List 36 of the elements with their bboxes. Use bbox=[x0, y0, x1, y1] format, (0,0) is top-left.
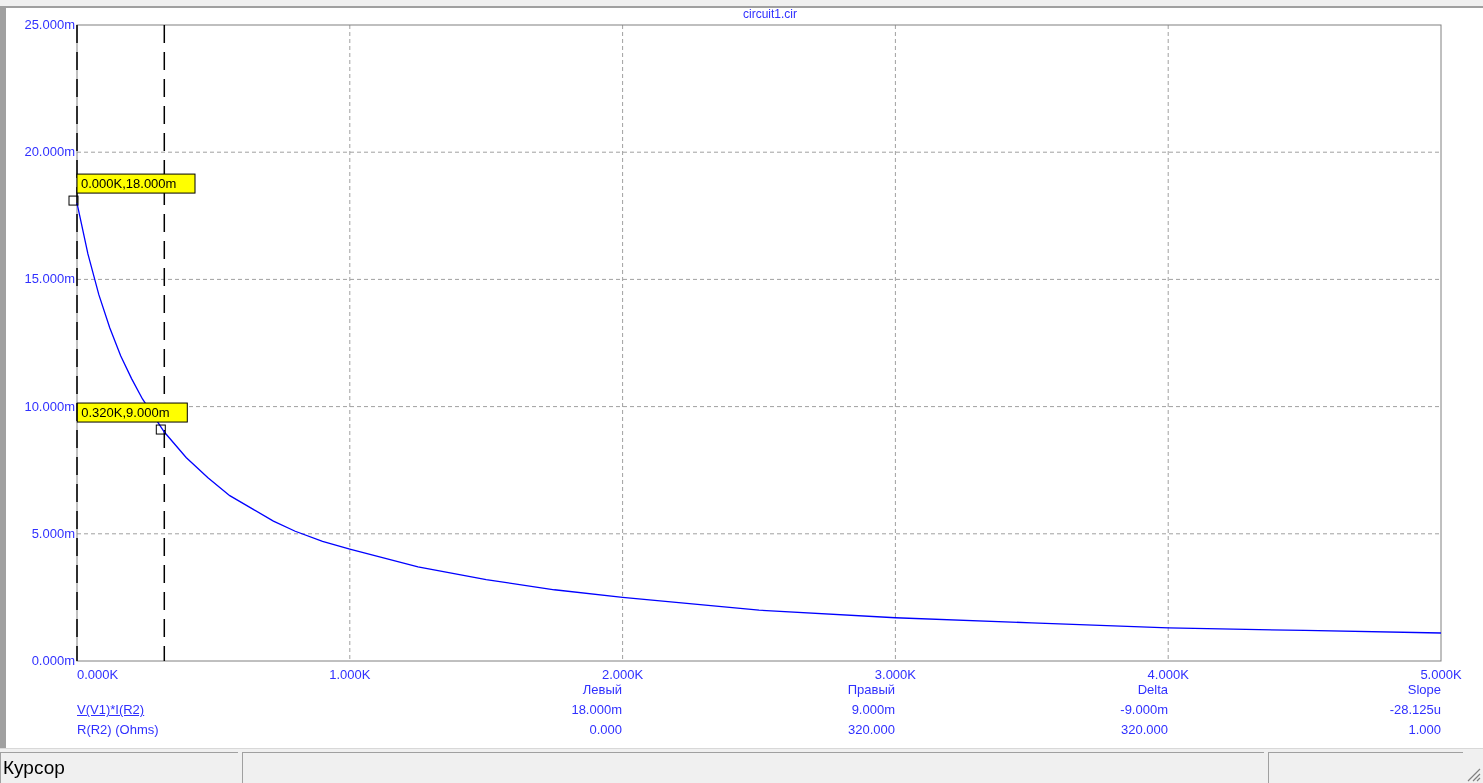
cursor-value: 1.000 bbox=[1407, 721, 1441, 739]
y-tick-label: 15.000m bbox=[24, 271, 75, 287]
status-panel: Курсор bbox=[0, 752, 238, 783]
cursor-value: -9.000m bbox=[1119, 701, 1168, 719]
cursor-value: 0.000 bbox=[588, 721, 622, 739]
y-tick-label: 0.000m bbox=[31, 653, 75, 668]
column-header: Левый bbox=[581, 681, 622, 699]
x-tick-label: 3.000K bbox=[874, 667, 916, 680]
x-tick-label: 2.000K bbox=[602, 667, 644, 680]
column-header: Правый bbox=[846, 681, 895, 699]
cursor-value: 320.000 bbox=[1120, 721, 1168, 739]
column-header: Slope bbox=[1406, 681, 1441, 699]
cursor-value-label: 0.320K,9.000m bbox=[76, 402, 188, 423]
cursor-value: 18.000m bbox=[570, 701, 622, 719]
trace-name[interactable]: V(V1)*I(R2) bbox=[77, 700, 277, 720]
x-tick-label: 1.000K bbox=[329, 667, 371, 680]
y-tick-label: 20.000m bbox=[24, 144, 75, 160]
cursor-marker[interactable] bbox=[68, 195, 79, 206]
annotation: 0.000K,18.000m bbox=[81, 176, 177, 192]
annotation: 0.320K,9.000m bbox=[81, 405, 170, 421]
cursor-value: 320.000 bbox=[847, 721, 895, 739]
column-header: Delta bbox=[1136, 681, 1168, 699]
y-tick-label: 10.000m bbox=[24, 398, 75, 414]
resize-grip-icon[interactable] bbox=[1467, 768, 1481, 782]
trace-name[interactable]: R(R2) (Ohms) bbox=[77, 720, 277, 740]
cursor-value: -28.125u bbox=[1388, 701, 1441, 719]
y-tick-label: 5.000m bbox=[31, 525, 75, 541]
x-tick-label: 0.000K bbox=[77, 667, 119, 680]
cursor-line[interactable] bbox=[76, 24, 78, 662]
chart-title: circuit1.cir bbox=[743, 8, 797, 21]
cursor-value: 9.000m bbox=[850, 701, 895, 719]
x-tick-label: 4.000K bbox=[1147, 667, 1189, 680]
cursor-value-label: 0.000K,18.000m bbox=[76, 173, 196, 194]
y-tick-label: 25.000m bbox=[24, 17, 75, 32]
x-tick-label: 5.000K bbox=[1420, 667, 1462, 680]
cursor-marker[interactable] bbox=[155, 424, 166, 435]
